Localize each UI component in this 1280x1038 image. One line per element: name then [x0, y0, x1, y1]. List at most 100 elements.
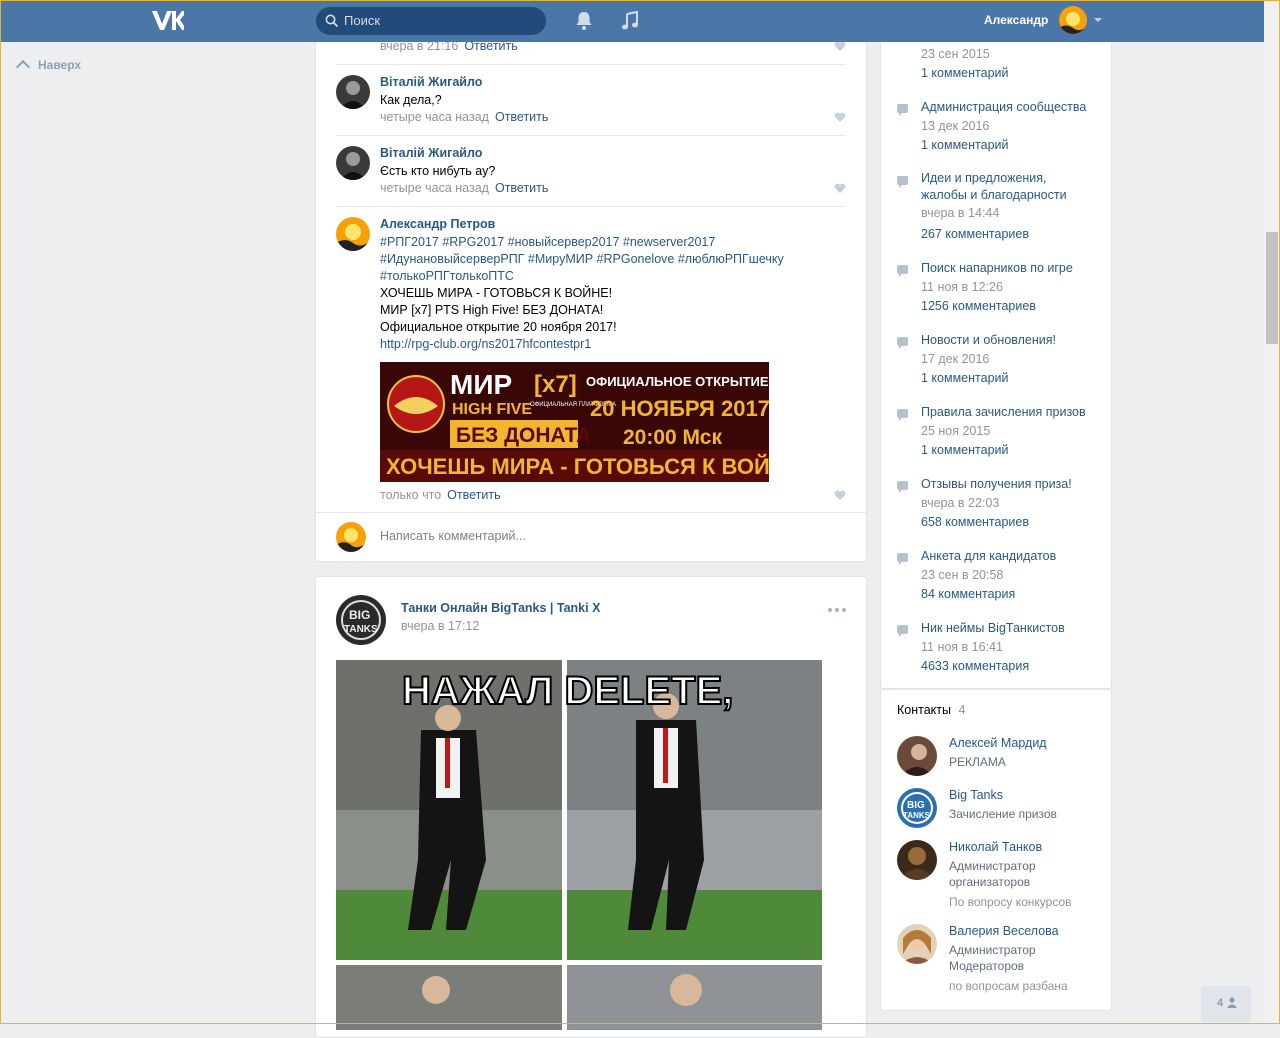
- discussion-date: вчера в 14:44: [921, 206, 1000, 220]
- hashtags-line[interactable]: #ИдунановыйсерверРПГ #МируМИР #RPGonelov…: [380, 251, 784, 268]
- post-time[interactable]: вчера в 17:12: [401, 619, 479, 633]
- comment-bubble-icon: [897, 104, 908, 116]
- discussion-item[interactable]: Ник неймы BigТанкистов 11 ноя в 16:41 46…: [921, 619, 1111, 676]
- divider: [336, 206, 846, 207]
- divider: [336, 64, 846, 65]
- contacts-title: Контакты: [897, 703, 951, 717]
- discussion-count[interactable]: 1 комментарий: [921, 369, 1111, 388]
- page-scrollbar[interactable]: [1264, 0, 1280, 1024]
- discussion-title[interactable]: Новости и обновления!: [921, 331, 1111, 350]
- discussions-card: 23 сен 2015 1 комментарий Администрация …: [880, 28, 1112, 689]
- discussion-date: вчера в 22:03: [921, 496, 1000, 510]
- contacts-header[interactable]: Контакты 4: [897, 703, 965, 717]
- discussion-date: 23 сен в 20:58: [921, 568, 1004, 582]
- discussion-title[interactable]: Поиск напарников по игре: [921, 259, 1111, 278]
- music-icon[interactable]: [621, 11, 639, 31]
- banner-date: 20 НОЯБРЯ 2017: [590, 396, 769, 421]
- divider: [316, 512, 866, 513]
- banner-time: 20:00 Мск: [623, 426, 722, 449]
- contact-name[interactable]: Big Tanks: [949, 788, 1003, 802]
- hashtags-line[interactable]: #толькоРПГтолькоПТС: [380, 268, 514, 285]
- avatar[interactable]: BIG TANKS: [897, 788, 937, 828]
- back-to-top-link[interactable]: Наверх: [15, 58, 81, 75]
- comment-input[interactable]: Написать комментарий...: [380, 529, 526, 543]
- discussion-title[interactable]: Ник неймы BigТанкистов: [921, 619, 1111, 638]
- discussion-count[interactable]: 658 комментариев: [921, 513, 1111, 532]
- discussion-title[interactable]: Анкета для кандидатов: [921, 547, 1111, 566]
- person-icon: [1227, 997, 1237, 1008]
- discussion-date: 11 ноя в 16:41: [921, 640, 1003, 654]
- bell-icon[interactable]: [575, 11, 593, 31]
- comment-author[interactable]: Віталій Жигайло: [380, 75, 482, 89]
- discussion-count[interactable]: 1256 комментариев: [921, 297, 1111, 316]
- search-box[interactable]: Поиск: [316, 7, 546, 35]
- heart-icon[interactable]: [834, 41, 846, 52]
- discussion-item[interactable]: Идеи и предложения, жалобы и благодарнос…: [921, 170, 1111, 245]
- comment-bubble-icon: [897, 176, 908, 188]
- header-user-name[interactable]: Александр: [984, 13, 1048, 27]
- promo-banner-image[interactable]: МИР [x7] HIGH FIVE ОФИЦИАЛЬНАЯ ПЛАТФОРМА…: [380, 362, 769, 482]
- comment-text: ХОЧЕШЬ МИРА - ГОТОВЬСЯ К ВОЙНЕ!: [380, 286, 613, 300]
- avatar: [336, 522, 366, 552]
- discussion-title[interactable]: Правила зачисления призов: [921, 403, 1111, 422]
- avatar[interactable]: [336, 146, 370, 180]
- discussion-count[interactable]: 267 комментариев: [921, 223, 1111, 245]
- heart-icon[interactable]: [834, 183, 846, 194]
- discussion-title[interactable]: Администрация сообщества: [921, 98, 1111, 117]
- discussion-count[interactable]: 84 комментария: [921, 585, 1111, 604]
- discussion-count[interactable]: 4633 комментария: [921, 657, 1111, 676]
- discussion-item[interactable]: Администрация сообщества 13 дек 2016 1 к…: [921, 98, 1111, 155]
- discussion-title-line2[interactable]: жалобы и благодарности: [921, 187, 1111, 204]
- avatar[interactable]: [897, 924, 937, 964]
- contact-logo-text: BIG: [907, 800, 925, 811]
- discussion-item[interactable]: Новости и обновления! 17 дек 2016 1 комм…: [921, 331, 1111, 388]
- header-avatar[interactable]: [1059, 6, 1087, 34]
- comment-time: только что: [380, 488, 442, 502]
- contact-name[interactable]: Николай Танков: [949, 840, 1042, 854]
- avatar[interactable]: [897, 736, 937, 776]
- comment-bubble-icon: [897, 409, 908, 421]
- comment-author[interactable]: Віталій Жигайло: [380, 146, 482, 160]
- reply-link[interactable]: Ответить: [495, 110, 548, 124]
- avatar[interactable]: [336, 217, 370, 251]
- meme-caption: НАЖАЛ DELETE,: [402, 669, 733, 713]
- contact-name[interactable]: Валерия Веселова: [949, 924, 1059, 938]
- banner-slogan: ХОЧЕШЬ МИРА - ГОТОВЬСЯ К ВОЙНЕ: [386, 454, 769, 479]
- avatar[interactable]: [336, 75, 370, 109]
- discussion-item[interactable]: Поиск напарников по игре 11 ноя в 12:26 …: [921, 259, 1111, 316]
- vk-logo-icon[interactable]: [150, 9, 184, 31]
- divider: [336, 135, 846, 136]
- discussion-count[interactable]: 1 комментарий: [921, 64, 1111, 83]
- heart-icon[interactable]: [834, 112, 846, 123]
- search-icon: [325, 14, 339, 28]
- contact-role-note: по вопросам разбана: [949, 979, 1068, 993]
- top-header: Поиск Александр: [0, 0, 1264, 42]
- hashtags-line[interactable]: #РПГ2017 #RPG2017 #новыйсервер2017 #news…: [380, 234, 715, 251]
- post-author[interactable]: Танки Онлайн BigTanks | Tanki X: [401, 601, 600, 615]
- group-avatar[interactable]: BIG TANKS: [336, 595, 386, 645]
- scrollbar-thumb[interactable]: [1266, 232, 1278, 344]
- chevron-down-icon[interactable]: [1094, 18, 1102, 22]
- online-friends-button[interactable]: 4: [1201, 986, 1251, 1022]
- discussion-count[interactable]: 1 комментарий: [921, 441, 1111, 460]
- reply-link[interactable]: Ответить: [447, 488, 500, 502]
- search-input[interactable]: Поиск: [344, 13, 380, 28]
- discussion-item[interactable]: Анкета для кандидатов 23 сен в 20:58 84 …: [921, 547, 1111, 604]
- group-logo-text: BIG: [349, 608, 370, 622]
- avatar[interactable]: [897, 840, 937, 880]
- discussion-item[interactable]: 23 сен 2015 1 комментарий: [921, 45, 1111, 83]
- contact-name[interactable]: Алексей Мардид: [949, 736, 1047, 750]
- comment-author[interactable]: Александр Петров: [380, 217, 495, 231]
- discussion-item[interactable]: Правила зачисления призов 25 ноя 2015 1 …: [921, 403, 1111, 460]
- discussion-item[interactable]: Отзывы получения приза! вчера в 22:03 65…: [921, 475, 1111, 532]
- more-options-icon[interactable]: [827, 607, 847, 613]
- discussion-title[interactable]: Идеи и предложения,: [921, 170, 1111, 187]
- reply-link[interactable]: Ответить: [495, 181, 548, 195]
- discussion-title[interactable]: Отзывы получения приза!: [921, 475, 1111, 494]
- comment-text: Єсть кто нибуть ау?: [380, 164, 496, 178]
- comment-link[interactable]: http://rpg-club.org/ns2017hfcontestpr1: [380, 336, 591, 353]
- post-meme-image[interactable]: НАЖАЛ DELETE,: [336, 660, 822, 1030]
- discussion-count[interactable]: 1 комментарий: [921, 136, 1111, 155]
- comment-meta: четыре часа назад Ответить: [380, 181, 548, 195]
- heart-icon[interactable]: [834, 490, 846, 501]
